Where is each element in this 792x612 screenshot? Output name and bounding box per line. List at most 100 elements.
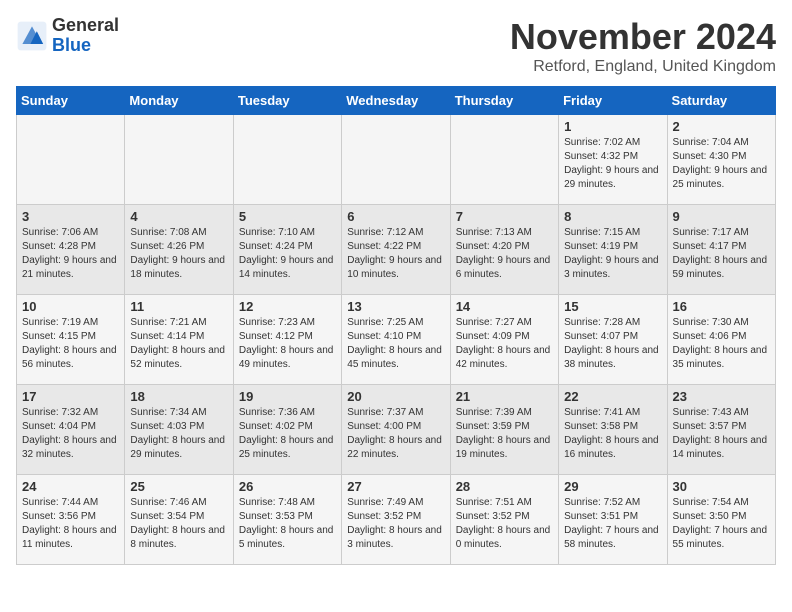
day-header-thursday: Thursday	[450, 87, 558, 115]
calendar-cell: 2 Sunrise: 7:04 AM Sunset: 4:30 PM Daylig…	[667, 115, 775, 205]
day-info: Sunrise: 7:36 AM Sunset: 4:02 PM Dayligh…	[239, 406, 336, 462]
day-number: 24	[22, 479, 119, 494]
calendar-header: SundayMondayTuesdayWednesdayThursdayFrid…	[17, 87, 776, 115]
day-info: Sunrise: 7:12 AM Sunset: 4:22 PM Dayligh…	[347, 226, 444, 282]
calendar-cell: 7Sunrise: 7:13 AM Sunset: 4:20 PM Daylig…	[450, 205, 558, 295]
day-number: 18	[130, 389, 227, 404]
logo: General Blue	[16, 16, 119, 56]
week-row-3: 10Sunrise: 7:19 AM Sunset: 4:15 PM Dayli…	[17, 295, 776, 385]
day-number: 15	[564, 299, 661, 314]
day-info: Sunrise: 7:23 AM Sunset: 4:12 PM Dayligh…	[239, 316, 336, 372]
day-info: Sunrise: 7:51 AM Sunset: 3:52 PM Dayligh…	[456, 496, 553, 552]
day-info: Sunrise: 7:21 AM Sunset: 4:14 PM Dayligh…	[130, 316, 227, 372]
calendar-cell: 5 Sunrise: 7:10 AM Sunset: 4:24 PM Daylig…	[233, 205, 341, 295]
day-number: 26	[239, 479, 336, 494]
day-info: Sunrise: 7:08 AM Sunset: 4:26 PM Dayligh…	[130, 226, 227, 282]
day-info: Sunrise: 7:44 AM Sunset: 3:56 PM Dayligh…	[22, 496, 119, 552]
calendar-cell: 17 Sunrise: 7:32 AM Sunset: 4:04 PM Dayli…	[17, 385, 125, 475]
day-number: 20	[347, 389, 444, 404]
calendar-table: SundayMondayTuesdayWednesdayThursdayFrid…	[16, 86, 776, 565]
calendar-cell: 10Sunrise: 7:19 AM Sunset: 4:15 PM Dayli…	[17, 295, 125, 385]
calendar-cell: 25 Sunrise: 7:46 AM Sunset: 3:54 PM Dayli…	[125, 475, 233, 565]
calendar-cell: 15 Sunrise: 7:28 AM Sunset: 4:07 PM Dayli…	[559, 295, 667, 385]
page-header: General Blue November 2024 Retford, Engl…	[16, 16, 776, 76]
day-header-sunday: Sunday	[17, 87, 125, 115]
calendar-cell: 26 Sunrise: 7:48 AM Sunset: 3:53 PM Dayli…	[233, 475, 341, 565]
calendar-cell: 4Sunrise: 7:08 AM Sunset: 4:26 PM Daylig…	[125, 205, 233, 295]
day-number: 14	[456, 299, 553, 314]
day-info: Sunrise: 7:04 AM Sunset: 4:30 PM Dayligh…	[673, 136, 770, 192]
calendar-cell: 16Sunrise: 7:30 AM Sunset: 4:06 PM Dayli…	[667, 295, 775, 385]
calendar-cell: 20 Sunrise: 7:37 AM Sunset: 4:00 PM Dayli…	[342, 385, 450, 475]
calendar-cell: 28 Sunrise: 7:51 AM Sunset: 3:52 PM Dayli…	[450, 475, 558, 565]
day-info: Sunrise: 7:10 AM Sunset: 4:24 PM Dayligh…	[239, 226, 336, 282]
calendar-cell	[125, 115, 233, 205]
day-number: 21	[456, 389, 553, 404]
calendar-cell: 9Sunrise: 7:17 AM Sunset: 4:17 PM Daylig…	[667, 205, 775, 295]
calendar-cell: 18 Sunrise: 7:34 AM Sunset: 4:03 PM Dayli…	[125, 385, 233, 475]
day-number: 23	[673, 389, 770, 404]
calendar-cell: 27 Sunrise: 7:49 AM Sunset: 3:52 PM Dayli…	[342, 475, 450, 565]
day-info: Sunrise: 7:25 AM Sunset: 4:10 PM Dayligh…	[347, 316, 444, 372]
calendar-cell: 21Sunrise: 7:39 AM Sunset: 3:59 PM Dayli…	[450, 385, 558, 475]
day-info: Sunrise: 7:46 AM Sunset: 3:54 PM Dayligh…	[130, 496, 227, 552]
calendar-cell: 1Sunrise: 7:02 AM Sunset: 4:32 PM Daylig…	[559, 115, 667, 205]
day-number: 17	[22, 389, 119, 404]
day-header-wednesday: Wednesday	[342, 87, 450, 115]
calendar-cell: 11 Sunrise: 7:21 AM Sunset: 4:14 PM Dayli…	[125, 295, 233, 385]
day-info: Sunrise: 7:41 AM Sunset: 3:58 PM Dayligh…	[564, 406, 661, 462]
day-header-saturday: Saturday	[667, 87, 775, 115]
day-info: Sunrise: 7:49 AM Sunset: 3:52 PM Dayligh…	[347, 496, 444, 552]
day-info: Sunrise: 7:48 AM Sunset: 3:53 PM Dayligh…	[239, 496, 336, 552]
day-header-friday: Friday	[559, 87, 667, 115]
calendar-cell: 24 Sunrise: 7:44 AM Sunset: 3:56 PM Dayli…	[17, 475, 125, 565]
header-row: SundayMondayTuesdayWednesdayThursdayFrid…	[17, 87, 776, 115]
day-number: 19	[239, 389, 336, 404]
day-number: 29	[564, 479, 661, 494]
day-info: Sunrise: 7:37 AM Sunset: 4:00 PM Dayligh…	[347, 406, 444, 462]
day-info: Sunrise: 7:34 AM Sunset: 4:03 PM Dayligh…	[130, 406, 227, 462]
week-row-2: 3 Sunrise: 7:06 AM Sunset: 4:28 PM Daylig…	[17, 205, 776, 295]
day-number: 6	[347, 209, 444, 224]
day-number: 30	[673, 479, 770, 494]
day-number: 5	[239, 209, 336, 224]
week-row-1: 1Sunrise: 7:02 AM Sunset: 4:32 PM Daylig…	[17, 115, 776, 205]
day-number: 25	[130, 479, 227, 494]
day-info: Sunrise: 7:27 AM Sunset: 4:09 PM Dayligh…	[456, 316, 553, 372]
calendar-cell: 30Sunrise: 7:54 AM Sunset: 3:50 PM Dayli…	[667, 475, 775, 565]
day-info: Sunrise: 7:52 AM Sunset: 3:51 PM Dayligh…	[564, 496, 661, 552]
day-info: Sunrise: 7:32 AM Sunset: 4:04 PM Dayligh…	[22, 406, 119, 462]
day-info: Sunrise: 7:19 AM Sunset: 4:15 PM Dayligh…	[22, 316, 119, 372]
day-info: Sunrise: 7:13 AM Sunset: 4:20 PM Dayligh…	[456, 226, 553, 282]
logo-blue: Blue	[52, 35, 91, 55]
week-row-4: 17 Sunrise: 7:32 AM Sunset: 4:04 PM Dayli…	[17, 385, 776, 475]
day-number: 12	[239, 299, 336, 314]
calendar-cell: 14 Sunrise: 7:27 AM Sunset: 4:09 PM Dayli…	[450, 295, 558, 385]
day-number: 27	[347, 479, 444, 494]
day-info: Sunrise: 7:30 AM Sunset: 4:06 PM Dayligh…	[673, 316, 770, 372]
month-title: November 2024	[510, 16, 776, 58]
day-info: Sunrise: 7:06 AM Sunset: 4:28 PM Dayligh…	[22, 226, 119, 282]
calendar-cell	[342, 115, 450, 205]
calendar-body: 1Sunrise: 7:02 AM Sunset: 4:32 PM Daylig…	[17, 115, 776, 565]
day-number: 3	[22, 209, 119, 224]
day-number: 11	[130, 299, 227, 314]
calendar-cell: 6 Sunrise: 7:12 AM Sunset: 4:22 PM Daylig…	[342, 205, 450, 295]
day-header-monday: Monday	[125, 87, 233, 115]
day-number: 28	[456, 479, 553, 494]
location: Retford, England, United Kingdom	[510, 58, 776, 76]
calendar-cell: 3 Sunrise: 7:06 AM Sunset: 4:28 PM Daylig…	[17, 205, 125, 295]
calendar-cell: 13Sunrise: 7:25 AM Sunset: 4:10 PM Dayli…	[342, 295, 450, 385]
day-number: 2	[673, 119, 770, 134]
logo-general: General	[52, 15, 119, 35]
day-info: Sunrise: 7:28 AM Sunset: 4:07 PM Dayligh…	[564, 316, 661, 372]
day-info: Sunrise: 7:15 AM Sunset: 4:19 PM Dayligh…	[564, 226, 661, 282]
calendar-cell: 29 Sunrise: 7:52 AM Sunset: 3:51 PM Dayli…	[559, 475, 667, 565]
logo-icon	[16, 20, 48, 52]
day-header-tuesday: Tuesday	[233, 87, 341, 115]
title-block: November 2024 Retford, England, United K…	[510, 16, 776, 76]
day-info: Sunrise: 7:02 AM Sunset: 4:32 PM Dayligh…	[564, 136, 661, 192]
week-row-5: 24 Sunrise: 7:44 AM Sunset: 3:56 PM Dayli…	[17, 475, 776, 565]
calendar-cell: 12 Sunrise: 7:23 AM Sunset: 4:12 PM Dayli…	[233, 295, 341, 385]
calendar-cell	[450, 115, 558, 205]
